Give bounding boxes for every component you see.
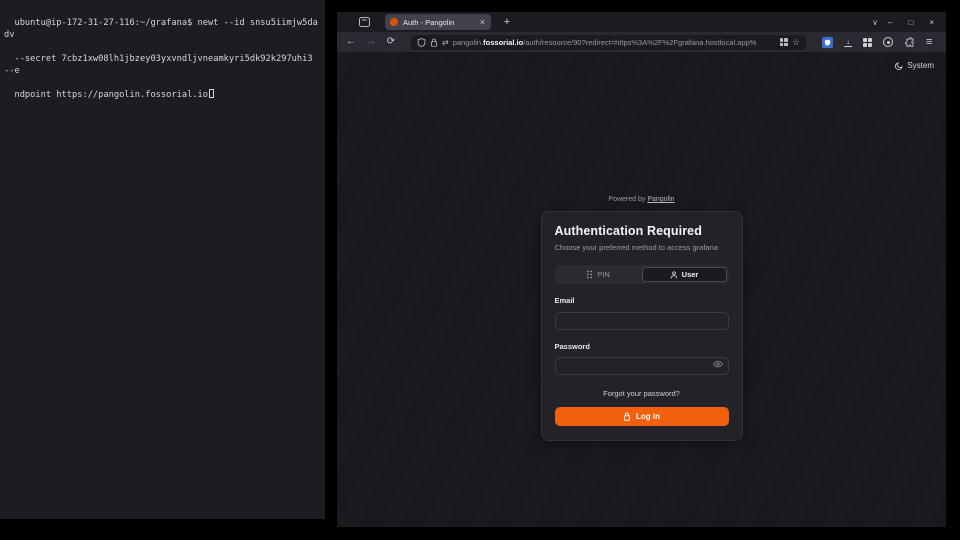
- tab-user[interactable]: User: [642, 267, 727, 282]
- auth-card: Authentication Required Choose your pref…: [541, 211, 743, 441]
- page-content: System Powered by Pangolin Authenticatio…: [337, 52, 946, 527]
- email-field[interactable]: [555, 312, 729, 330]
- forgot-password-link[interactable]: Forgot your password?: [555, 389, 729, 398]
- site-permissions-icon[interactable]: ⇄: [442, 38, 449, 47]
- tab-pin-label: PIN: [597, 270, 610, 279]
- adblock-extension-icon[interactable]: [822, 37, 833, 48]
- tab-auth-pangolin[interactable]: Auth - Pangolin ×: [385, 14, 491, 30]
- login-button-label: Log in: [636, 412, 660, 421]
- terminal-window[interactable]: ubuntu@ip-172-31-27-116:~/grafana$ newt …: [0, 0, 325, 519]
- forward-button[interactable]: →: [363, 33, 379, 51]
- grid-extension-icon[interactable]: [863, 38, 872, 47]
- eye-icon: [713, 360, 723, 368]
- back-button[interactable]: ←: [343, 33, 359, 51]
- menu-hamburger-icon[interactable]: ≡: [926, 36, 932, 48]
- lock-icon[interactable]: [430, 38, 438, 47]
- browser-window: Auth - Pangolin × + ∨ – □ × ← → ⟳ ⇄ pang…: [337, 12, 946, 527]
- password-field[interactable]: [555, 357, 729, 375]
- moon-icon: [895, 62, 903, 70]
- navigation-bar: ← → ⟳ ⇄ pangolin.fossorial.io/auth/resou…: [337, 32, 946, 52]
- window-maximize-button[interactable]: □: [908, 18, 913, 27]
- record-circle-extension-icon[interactable]: [883, 37, 893, 47]
- login-lock-icon: [623, 412, 631, 421]
- new-tab-button[interactable]: +: [499, 16, 515, 28]
- tracking-protection-shield-icon[interactable]: [417, 38, 426, 47]
- terminal-cursor: [209, 89, 214, 98]
- window-minimize-button[interactable]: –: [888, 18, 892, 27]
- tab-bar: Auth - Pangolin × + ∨ – □ ×: [337, 12, 946, 32]
- terminal-line: ubuntu@ip-172-31-27-116:~/grafana$ newt …: [4, 18, 318, 40]
- card-subtitle: Choose your preferred method to access g…: [555, 243, 729, 252]
- tab-close-icon[interactable]: ×: [479, 17, 486, 27]
- url-domain: fossorial.io: [483, 38, 523, 47]
- pangolin-link[interactable]: Pangolin: [647, 196, 674, 203]
- email-label: Email: [555, 296, 729, 305]
- reload-button[interactable]: ⟳: [383, 33, 399, 51]
- card-title: Authentication Required: [555, 224, 729, 238]
- show-password-button[interactable]: [713, 360, 723, 368]
- tab-user-label: User: [682, 270, 699, 279]
- tab-title: Auth - Pangolin: [403, 18, 479, 27]
- url-bar[interactable]: ⇄ pangolin.fossorial.io/auth/resource/90…: [411, 35, 806, 50]
- keypad-icon: [586, 270, 593, 279]
- url-subdomain: pangolin.: [453, 38, 483, 47]
- tab-pin[interactable]: PIN: [557, 267, 640, 282]
- bookmark-star-icon[interactable]: ☆: [792, 37, 800, 48]
- downloads-icon[interactable]: ↓: [844, 38, 852, 47]
- theme-selector[interactable]: System: [895, 61, 934, 70]
- url-text[interactable]: pangolin.fossorial.io/auth/resource/90?r…: [453, 38, 776, 47]
- url-path: /auth/resource/90?redirect=https%3A%2F%2…: [523, 38, 756, 47]
- login-button[interactable]: Log in: [555, 407, 729, 426]
- window-close-button[interactable]: ×: [929, 18, 934, 27]
- powered-by: Powered by Pangolin: [541, 196, 743, 203]
- user-icon: [670, 271, 678, 279]
- firefox-view-icon[interactable]: [355, 14, 373, 30]
- terminal-line: ndpoint https://pangolin.fossorial.io: [14, 90, 208, 100]
- containers-icon[interactable]: [780, 38, 788, 46]
- list-all-tabs-icon[interactable]: ∨: [872, 18, 878, 27]
- password-label: Password: [555, 342, 729, 351]
- auth-method-tabs: PIN User: [555, 265, 729, 284]
- terminal-line: --secret 7cbz1xw08lh1jbzey03yxvndljvneam…: [4, 54, 318, 76]
- extensions-puzzle-icon[interactable]: [904, 37, 915, 48]
- theme-selector-label: System: [907, 61, 934, 70]
- pangolin-favicon-icon: [390, 18, 398, 26]
